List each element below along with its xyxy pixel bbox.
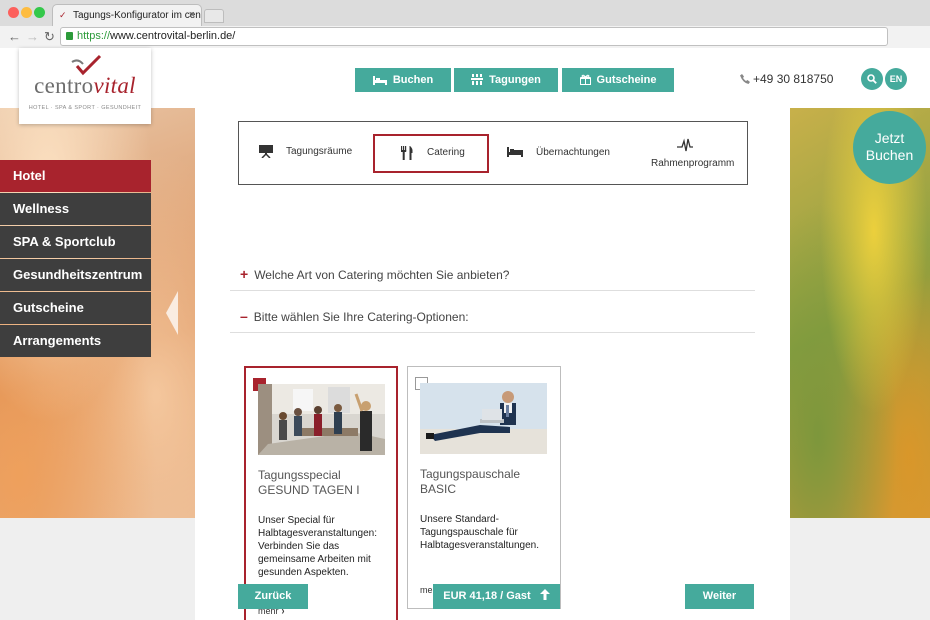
reload-icon[interactable]: ↻: [44, 28, 55, 46]
sidebar-item-hotel[interactable]: Hotel: [0, 160, 151, 192]
card-title: Tagungspauschale BASIC: [420, 467, 521, 496]
catering-option-card[interactable]: Tagungsspecial GESUND TAGEN I Unser Spec…: [244, 366, 398, 620]
browser-chrome: ✓ Tagungs-Konfigurator im centr × ← → ↻ …: [0, 0, 930, 48]
logo-wordmark: centrovital: [34, 73, 136, 98]
back-button[interactable]: Zurück: [238, 584, 308, 609]
jetzt-buchen-line2: Buchen: [865, 147, 914, 163]
card-description: Unsere Standard-Tagungspauschale für Hal…: [420, 514, 539, 551]
catering-option-card[interactable]: Tagungspauschale BASIC Unsere Standard-T…: [407, 366, 561, 609]
tab-uebernachtungen-label: Übernachtungen: [536, 147, 610, 158]
accordion-catering-options[interactable]: – Bitte wählen Sie Ihre Catering-Optionen…: [230, 301, 755, 333]
meeting-room-photo: [258, 384, 385, 455]
card-description: Unser Special für Halbtagesveranstaltung…: [258, 515, 377, 578]
next-button[interactable]: Weiter: [685, 584, 754, 609]
collapse-minus-icon: –: [240, 308, 248, 324]
logo-tagline: HOTEL · SPA & SPORT · GESUNDHEIT: [28, 105, 142, 111]
close-window-button[interactable]: [8, 7, 19, 18]
sidebar-item-arrangements[interactable]: Arrangements: [0, 325, 151, 357]
bed-icon: [372, 76, 387, 85]
nav-buchen-button[interactable]: Buchen: [355, 68, 451, 92]
favicon-icon: ✓: [59, 10, 67, 20]
url-host: www.centrovital-berlin.de/: [110, 30, 236, 42]
sidebar-item-gutscheine[interactable]: Gutscheine: [0, 292, 151, 324]
browser-tab[interactable]: ✓ Tagungs-Konfigurator im centr ×: [52, 4, 202, 26]
sidebar-nav: Hotel Wellness SPA & Sportclub Gesundhei…: [0, 160, 151, 358]
new-tab-button[interactable]: [204, 9, 224, 23]
nav-tagungen-button[interactable]: Tagungen: [454, 68, 558, 92]
slider-prev-arrow-icon[interactable]: [166, 291, 178, 335]
lock-icon: [66, 32, 73, 40]
bed-icon: [507, 147, 523, 157]
configurator-panel: Tagungsräume Catering Übernachtungen Rah…: [195, 108, 790, 620]
phone-icon: [740, 74, 750, 84]
address-bar[interactable]: https://www.centrovital-berlin.de/: [60, 27, 888, 46]
arrow-up-icon: [539, 589, 550, 600]
price-summary-button[interactable]: EUR 41,18 / Gast: [433, 584, 560, 609]
tab-catering[interactable]: Catering: [373, 134, 489, 173]
tab-title: Tagungs-Konfigurator im centr: [73, 10, 202, 21]
forward-arrow-icon[interactable]: →: [26, 28, 39, 46]
language-switch-button[interactable]: EN: [885, 68, 907, 90]
gift-icon: [579, 74, 591, 85]
sidebar-item-wellness[interactable]: Wellness: [0, 193, 151, 225]
site-logo[interactable]: centrovital HOTEL · SPA & SPORT · GESUND…: [19, 48, 151, 124]
conference-icon: [471, 74, 484, 85]
nav-gutscheine-button[interactable]: Gutscheine: [562, 68, 674, 92]
back-arrow-icon[interactable]: ←: [8, 28, 21, 46]
jetzt-buchen-line1: Jetzt: [874, 130, 905, 146]
activity-icon: [677, 138, 693, 152]
minimize-window-button[interactable]: [21, 7, 32, 18]
tab-catering-label: Catering: [427, 147, 465, 158]
search-button[interactable]: [861, 68, 883, 90]
sidebar-item-gesundheitszentrum[interactable]: Gesundheitszentrum: [0, 259, 151, 291]
businessman-laptop-photo: [420, 383, 547, 454]
accordion-catering-type-label: Welche Art von Catering möchten Sie anbi…: [254, 268, 510, 282]
search-icon: [867, 74, 877, 84]
page: centrovital HOTEL · SPA & SPORT · GESUND…: [0, 48, 930, 620]
category-tabs: Tagungsräume Catering Übernachtungen Rah…: [238, 121, 748, 185]
maximize-window-button[interactable]: [34, 7, 45, 18]
sidebar-item-spa-sportclub[interactable]: SPA & Sportclub: [0, 226, 151, 258]
jetzt-buchen-button[interactable]: Jetzt Buchen: [853, 111, 926, 184]
browser-toolbar: ← → ↻ https://www.centrovital-berlin.de/: [0, 26, 930, 48]
tab-tagungsraeume-label: Tagungsräume: [286, 146, 353, 157]
expand-plus-icon: +: [240, 266, 249, 282]
url-scheme: https://: [77, 30, 111, 42]
tab-rahmenprogramm-label: Rahmenprogramm: [651, 158, 735, 169]
price-per-guest: EUR 41,18 / Gast: [443, 590, 531, 602]
cutlery-icon: [401, 146, 413, 160]
tab-rahmenprogramm[interactable]: Rahmenprogramm: [649, 136, 739, 176]
presentation-board-icon: [259, 145, 273, 158]
accordion-catering-options-label: Bitte wählen Sie Ihre Catering-Optionen:: [253, 310, 469, 324]
accordion-catering-type[interactable]: + Welche Art von Catering möchten Sie anb…: [230, 259, 755, 291]
tab-close-icon[interactable]: ×: [189, 5, 195, 26]
phone-number[interactable]: +49 30 818750: [740, 72, 833, 86]
card-title: Tagungsspecial GESUND TAGEN I: [258, 468, 360, 497]
